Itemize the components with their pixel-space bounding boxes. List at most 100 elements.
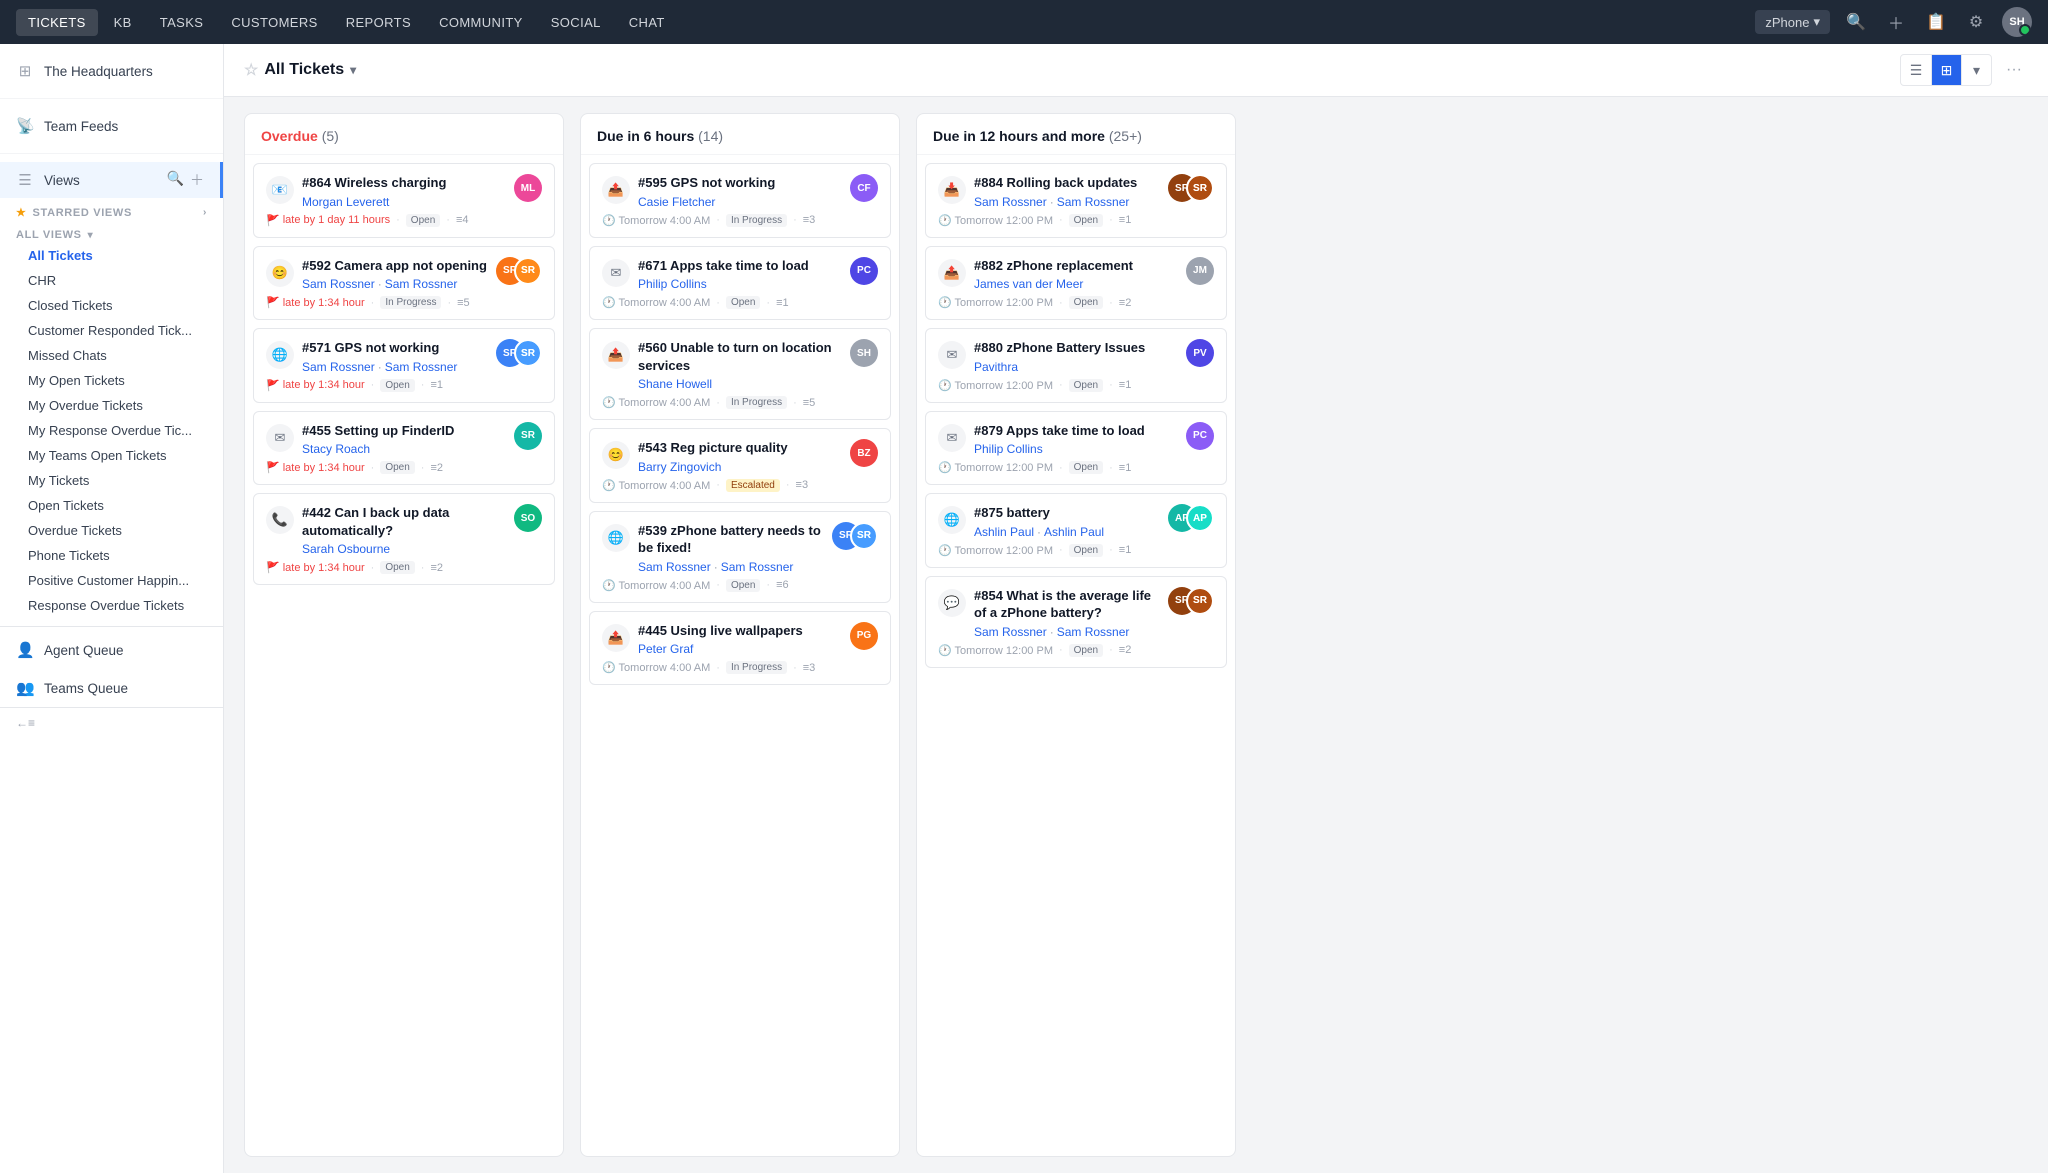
- status-badge: Open: [1069, 296, 1103, 309]
- all-views-label[interactable]: ALL VIEWS ▾: [0, 223, 223, 243]
- sidebar-item-response-overdue[interactable]: Response Overdue Tickets: [0, 593, 223, 618]
- sidebar-item-missed-chats[interactable]: Missed Chats: [0, 343, 223, 368]
- ticket-card-543[interactable]: 😊 #543 Reg picture quality Barry Zingovi…: [589, 428, 891, 503]
- title-chevron-icon[interactable]: ▾: [350, 63, 356, 77]
- nav-community[interactable]: COMMUNITY: [427, 9, 535, 36]
- sidebar-item-my-teams-open[interactable]: My Teams Open Tickets: [0, 443, 223, 468]
- sidebar-views-header[interactable]: ☰ Views 🔍 ＋: [0, 162, 223, 198]
- ticket-card-539[interactable]: 🌐 #539 zPhone battery needs to be fixed!…: [589, 511, 891, 603]
- ticket-main: #879 Apps take time to load Philip Colli…: [974, 422, 1178, 457]
- sidebar-item-phone-tickets[interactable]: Phone Tickets: [0, 543, 223, 568]
- ticket-card-595[interactable]: 📤 #595 GPS not working Casie Fletcher CF…: [589, 163, 891, 238]
- ticket-meta: 🚩late by 1:34 hour·Open·≡2: [266, 461, 542, 474]
- sidebar-item-chr[interactable]: CHR: [0, 268, 223, 293]
- ticket-card-864[interactable]: 📧 #864 Wireless charging Morgan Leverett…: [253, 163, 555, 238]
- status-badge: Open: [406, 214, 440, 227]
- sidebar-teams-queue[interactable]: 👥 Teams Queue: [0, 669, 223, 707]
- meta-sep: ·: [371, 379, 375, 391]
- nav-reports[interactable]: REPORTS: [334, 9, 423, 36]
- sidebar-item-positive-customer[interactable]: Positive Customer Happin...: [0, 568, 223, 593]
- ticket-card-442[interactable]: 📞 #442 Can I back up data automatically?…: [253, 493, 555, 585]
- nav-social[interactable]: SOCIAL: [539, 9, 613, 36]
- flag-icon: 🚩: [266, 214, 280, 227]
- settings-icon-button[interactable]: ⚙: [1962, 8, 1990, 36]
- user-avatar[interactable]: SH: [2002, 7, 2032, 37]
- nav-tickets[interactable]: TICKETS: [16, 9, 98, 36]
- agent-separator: ·: [378, 360, 382, 374]
- ticket-card-445[interactable]: 📤 #445 Using live wallpapers Peter Graf …: [589, 611, 891, 686]
- zphone-chevron-icon: ▾: [1813, 14, 1820, 30]
- title-star-icon[interactable]: ☆: [244, 60, 258, 80]
- ticket-card-671[interactable]: ✉ #671 Apps take time to load Philip Col…: [589, 246, 891, 321]
- ticket-avatar: PV: [1186, 339, 1214, 367]
- ticket-card-882[interactable]: 📤 #882 zPhone replacement James van der …: [925, 246, 1227, 321]
- sidebar-item-open-tickets[interactable]: Open Tickets: [0, 493, 223, 518]
- sidebar-item-overdue-tickets[interactable]: Overdue Tickets: [0, 518, 223, 543]
- escalated-badge: Escalated: [726, 479, 780, 492]
- ticket-agent1: Philip Collins: [974, 442, 1043, 456]
- ticket-agent1: Peter Graf: [638, 642, 693, 656]
- sidebar-item-customer-responded[interactable]: Customer Responded Tick...: [0, 318, 223, 343]
- ticket-dual-avatar: AP AP: [1168, 504, 1214, 532]
- sidebar-item-my-tickets[interactable]: My Tickets: [0, 468, 223, 493]
- sidebar-team-feeds[interactable]: 📡 Team Feeds: [0, 107, 223, 145]
- ticket-agent: Sam Rossner·Sam Rossner: [974, 625, 1160, 639]
- ticket-title: #864 Wireless charging: [302, 174, 506, 192]
- ticket-main: #595 GPS not working Casie Fletcher: [638, 174, 842, 209]
- reply-count: ≡6: [776, 579, 789, 591]
- ticket-card-571[interactable]: 🌐 #571 GPS not working Sam Rossner·Sam R…: [253, 328, 555, 403]
- ticket-card-560[interactable]: 📤 #560 Unable to turn on location servic…: [589, 328, 891, 420]
- collapse-icon: ←≡: [16, 716, 35, 730]
- ticket-avatar: SO: [514, 504, 542, 532]
- ticket-clock: 🕐 Tomorrow 4:00 AM: [602, 479, 710, 492]
- list-view-button[interactable]: ☰: [1901, 55, 1931, 85]
- sidebar-headquarters[interactable]: ⊞ The Headquarters: [0, 52, 223, 90]
- ticket-meta: 🚩late by 1:34 hour·Open·≡1: [266, 379, 542, 392]
- views-actions: 🔍 ＋: [167, 170, 204, 190]
- sidebar-headquarters-section: ⊞ The Headquarters: [0, 44, 223, 99]
- ticket-card-592[interactable]: 😊 #592 Camera app not opening Sam Rossne…: [253, 246, 555, 321]
- plus-icon-button[interactable]: ＋: [1882, 8, 1910, 36]
- ticket-icon: 📧: [266, 176, 294, 204]
- sidebar-item-closed-tickets[interactable]: Closed Tickets: [0, 293, 223, 318]
- starred-chevron-icon: ›: [203, 207, 207, 218]
- ticket-agent1: Sam Rossner: [302, 277, 375, 291]
- more-options-button[interactable]: ···: [2000, 57, 2028, 83]
- main-content: ☆ All Tickets ▾ ☰ ⊞ ▾ ··· Overdue (5) 📧: [224, 44, 2048, 1173]
- ticket-card-top: 📞 #442 Can I back up data automatically?…: [266, 504, 542, 556]
- ticket-main: #442 Can I back up data automatically? S…: [302, 504, 506, 556]
- ticket-title: #543 Reg picture quality: [638, 439, 842, 457]
- nav-chat[interactable]: CHAT: [617, 9, 677, 36]
- sidebar-collapse-button[interactable]: ←≡: [0, 707, 223, 738]
- nav-tasks[interactable]: TASKS: [148, 9, 216, 36]
- view-dropdown-button[interactable]: ▾: [1961, 55, 1991, 85]
- ticket-card-top: ✉ #671 Apps take time to load Philip Col…: [602, 257, 878, 292]
- sidebar-item-my-open-tickets[interactable]: My Open Tickets: [0, 368, 223, 393]
- ticket-avatar-2: SR: [514, 339, 542, 367]
- ticket-icon: 🌐: [266, 341, 294, 369]
- search-icon-button[interactable]: 🔍: [1842, 8, 1870, 36]
- nav-customers[interactable]: CUSTOMERS: [219, 9, 329, 36]
- ticket-clock: 🕐 Tomorrow 12:00 PM: [938, 544, 1053, 557]
- ticket-meta: 🕐 Tomorrow 12:00 PM·Open·≡2: [938, 644, 1214, 657]
- sidebar-item-my-response-overdue[interactable]: My Response Overdue Tic...: [0, 418, 223, 443]
- views-add-icon[interactable]: ＋: [190, 170, 204, 190]
- nav-kb[interactable]: KB: [102, 9, 144, 36]
- kanban-view-button[interactable]: ⊞: [1931, 55, 1961, 85]
- views-search-icon[interactable]: 🔍: [167, 170, 184, 190]
- ticket-card-854[interactable]: 💬 #854 What is the average life of a zPh…: [925, 576, 1227, 668]
- ticket-icon: ✉: [938, 341, 966, 369]
- ticket-card-884[interactable]: 📥 #884 Rolling back updates Sam Rossner·…: [925, 163, 1227, 238]
- top-nav: TICKETS KB TASKS CUSTOMERS REPORTS COMMU…: [0, 0, 2048, 44]
- all-views-chevron-icon: ▾: [88, 230, 94, 241]
- sidebar-agent-queue[interactable]: 👤 Agent Queue: [0, 631, 223, 669]
- zphone-button[interactable]: zPhone ▾: [1755, 10, 1830, 34]
- sidebar-item-all-tickets[interactable]: All Tickets: [0, 243, 223, 268]
- ticket-card-875[interactable]: 🌐 #875 battery Ashlin Paul·Ashlin Paul A…: [925, 493, 1227, 568]
- sidebar-item-my-overdue-tickets[interactable]: My Overdue Tickets: [0, 393, 223, 418]
- ticket-card-455[interactable]: ✉ #455 Setting up FinderID Stacy Roach S…: [253, 411, 555, 486]
- ticket-card-880[interactable]: ✉ #880 zPhone Battery Issues Pavithra PV…: [925, 328, 1227, 403]
- compose-icon-button[interactable]: 📋: [1922, 8, 1950, 36]
- ticket-card-879[interactable]: ✉ #879 Apps take time to load Philip Col…: [925, 411, 1227, 486]
- main-layout: ⊞ The Headquarters 📡 Team Feeds ☰ Views …: [0, 44, 2048, 1173]
